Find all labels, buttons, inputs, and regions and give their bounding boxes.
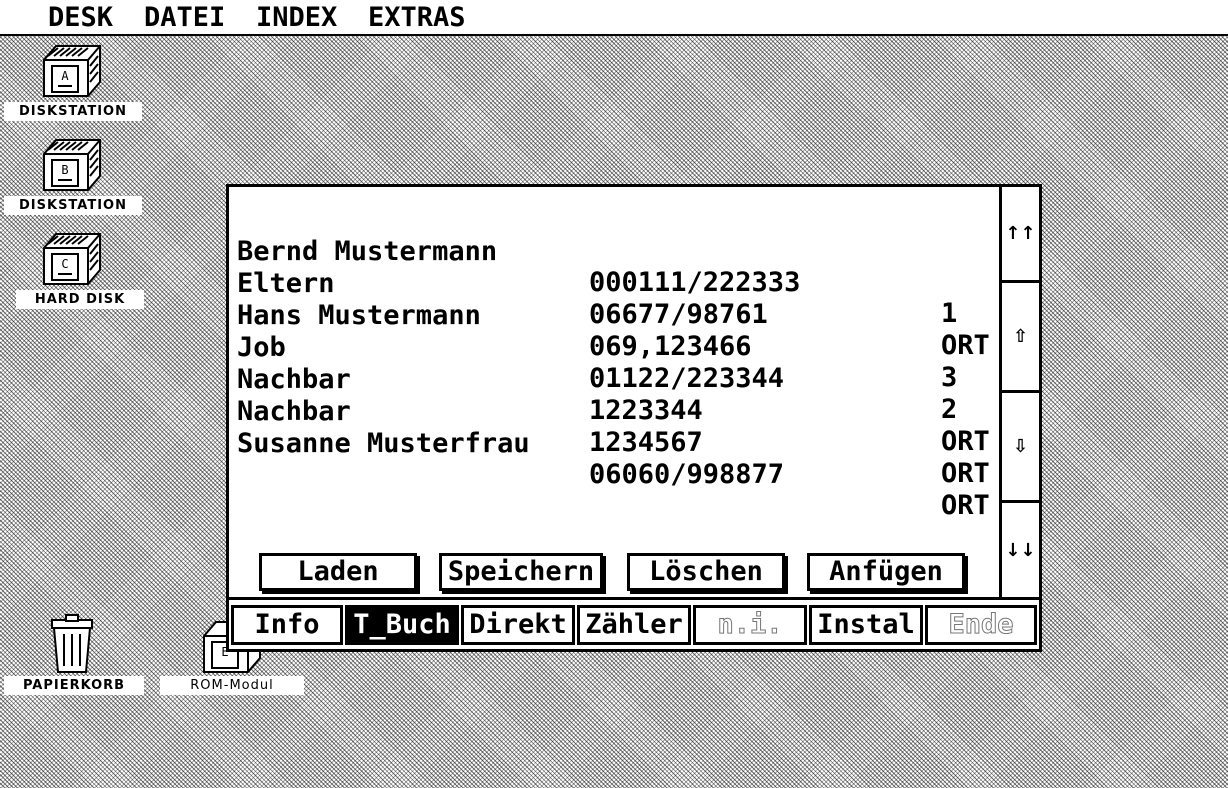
phonebook-list: Bernd Mustermann 000111/222333 1 Eltern …	[229, 187, 999, 597]
tab-instal[interactable]: Instal	[809, 605, 923, 645]
drive-b-icon[interactable]: B DISKSTATION	[0, 134, 144, 216]
load-button[interactable]: Laden	[259, 553, 417, 591]
trash-label: PAPIERKORB	[4, 676, 144, 695]
hard-disk-icon[interactable]: C HARD DISK	[0, 228, 144, 310]
tab-direkt[interactable]: Direkt	[461, 605, 575, 645]
delete-button[interactable]: Löschen	[627, 553, 785, 591]
entry-code: ORT	[941, 458, 990, 489]
rom-module-label: ROM-Modul	[160, 676, 304, 695]
entry-phone: 06060/998877	[589, 459, 785, 490]
scroll-bottom-button[interactable]: ↓↓	[1002, 503, 1039, 597]
entry-code: ORT	[941, 490, 990, 521]
file-drawer-icon: C	[43, 233, 101, 285]
menu-extras[interactable]: EXTRAS	[368, 0, 466, 34]
double-arrow-up-icon: ↑↑	[1005, 223, 1036, 244]
svg-text:C: C	[61, 257, 68, 271]
entry-code: 3	[941, 362, 958, 393]
menu-desk[interactable]: DESK	[48, 0, 113, 34]
entry-code: ORT	[941, 426, 990, 457]
menu-index[interactable]: INDEX	[256, 0, 337, 34]
list-item[interactable]: Nachbar 1223344 ORT	[237, 333, 990, 457]
phonebook-window: Bernd Mustermann 000111/222333 1 Eltern …	[226, 184, 1042, 652]
tab-t-buch[interactable]: T_Buch	[345, 605, 459, 645]
entry-code: ORT	[941, 330, 990, 361]
tab-zaehler[interactable]: Zähler	[577, 605, 691, 645]
list-item[interactable]: Eltern 06677/98761 ORT	[237, 237, 990, 361]
tab-ni: n.i.	[693, 605, 807, 645]
entry-phone: 01122/223344	[589, 363, 785, 394]
scroll-down-button[interactable]: ⇩	[1002, 393, 1039, 503]
scrollbar[interactable]: ↑↑ ⇧ ⇩ ↓↓	[999, 187, 1039, 597]
drive-b-label: DISKSTATION	[4, 196, 142, 215]
entry-name: Susanne Musterfrau	[237, 428, 530, 459]
trash-icon[interactable]: PAPIERKORB	[0, 612, 144, 698]
menu-datei[interactable]: DATEI	[144, 0, 225, 34]
svg-text:A: A	[61, 69, 69, 83]
drive-a-icon[interactable]: A DISKSTATION	[0, 40, 144, 122]
append-button[interactable]: Anfügen	[807, 553, 965, 591]
list-item[interactable]: Hans Mustermann 069,123466 3	[237, 269, 957, 393]
entry-phone: 1234567	[589, 427, 703, 458]
double-arrow-down-icon: ↓↓	[1005, 539, 1036, 561]
entry-phone: 000111/222333	[589, 267, 801, 298]
trash-can-icon	[51, 614, 93, 673]
drive-a-label: DISKSTATION	[4, 102, 142, 121]
entry-code: 2	[941, 394, 958, 425]
tab-bar: Info T_Buch Direkt Zähler n.i. Instal En…	[229, 597, 1039, 649]
list-item[interactable]: Bernd Mustermann 000111/222333 1	[237, 205, 957, 329]
arrow-down-icon: ⇩	[1012, 436, 1029, 457]
scroll-up-button[interactable]: ⇧	[1002, 283, 1039, 393]
list-item[interactable]: Nachbar 1234567 ORT	[237, 365, 990, 489]
hard-disk-label: HARD DISK	[16, 290, 144, 309]
list-item[interactable]: Job 01122/223344 2	[237, 301, 957, 425]
entry-code: 1	[941, 298, 958, 329]
menu-bar: DESK DATEI INDEX EXTRAS	[0, 0, 1228, 36]
scroll-top-button[interactable]: ↑↑	[1002, 187, 1039, 283]
tab-info[interactable]: Info	[231, 605, 343, 645]
entry-phone: 069,123466	[589, 331, 752, 362]
svg-text:B: B	[61, 163, 68, 177]
entry-phone: 06677/98761	[589, 299, 768, 330]
tab-ende: Ende	[925, 605, 1037, 645]
entry-phone: 1223344	[589, 395, 703, 426]
save-button[interactable]: Speichern	[439, 553, 603, 591]
file-drawer-icon: A	[43, 45, 101, 97]
arrow-up-icon: ⇧	[1012, 326, 1029, 347]
file-drawer-icon: B	[43, 139, 101, 191]
list-item[interactable]: Susanne Musterfrau 06060/998877 ORT	[237, 397, 990, 521]
